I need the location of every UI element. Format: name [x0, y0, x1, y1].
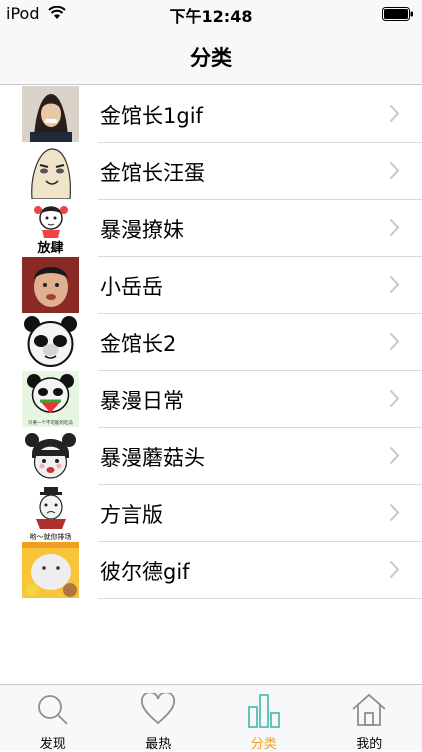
tab-bar: 发现 最热 分类 我的 — [0, 684, 422, 751]
nav-bar: 分类 — [0, 28, 422, 85]
tab-mine[interactable]: 我的 — [317, 685, 422, 751]
list-item[interactable]: 金馆长1gif — [0, 85, 422, 142]
category-label: 暴漫蘑菇头 — [100, 442, 205, 472]
category-thumbnail — [22, 257, 79, 313]
list-item[interactable]: 暴漫蘑菇头 — [0, 427, 422, 484]
category-thumbnail: 哟～就你排场 — [22, 485, 79, 541]
category-label: 彼尔德gif — [100, 556, 190, 586]
category-thumbnail: 放肆 — [22, 200, 79, 256]
list-item[interactable]: 放肆 暴漫撩妹 — [0, 199, 422, 256]
category-thumbnail — [22, 428, 79, 484]
status-time: 下午12:48 — [0, 3, 422, 27]
tab-label: 我的 — [317, 733, 422, 752]
category-thumbnail — [22, 86, 79, 142]
chevron-right-icon — [389, 161, 400, 180]
chevron-right-icon — [389, 104, 400, 123]
list-item[interactable]: 只要一个不可能的吃瓜 暴漫日常 — [0, 370, 422, 427]
chevron-right-icon — [389, 389, 400, 408]
tab-hot[interactable]: 最热 — [106, 685, 212, 751]
category-list: 金馆长1gif 金馆长汪蛋 — [0, 85, 422, 598]
home-icon — [351, 693, 387, 727]
list-item[interactable]: 小岳岳 — [0, 256, 422, 313]
chevron-right-icon — [389, 332, 400, 351]
bar-chart-icon — [247, 693, 281, 729]
category-label: 金馆长1gif — [100, 100, 203, 130]
chevron-right-icon — [389, 503, 400, 522]
page-title: 分类 — [0, 42, 422, 72]
tab-label: 分类 — [211, 733, 317, 752]
search-icon — [36, 693, 70, 727]
tab-label: 最热 — [106, 733, 212, 752]
thumbnail-caption: 放肆 — [36, 240, 63, 256]
chevron-right-icon — [389, 446, 400, 465]
thumbnail-caption: 只要一个不可能的吃瓜 — [28, 419, 73, 426]
category-thumbnail — [22, 542, 79, 598]
category-label: 小岳岳 — [100, 271, 163, 301]
category-label: 金馆长汪蛋 — [100, 157, 205, 187]
category-thumbnail — [22, 143, 79, 199]
category-label: 方言版 — [100, 499, 163, 529]
chevron-right-icon — [389, 218, 400, 237]
list-item[interactable]: 金馆长2 — [0, 313, 422, 370]
chevron-right-icon — [389, 275, 400, 294]
list-item[interactable]: 哟～就你排场 方言版 — [0, 484, 422, 541]
status-bar: iPod 下午12:48 — [0, 0, 422, 28]
list-item[interactable]: 金馆长汪蛋 — [0, 142, 422, 199]
tab-label: 发现 — [0, 733, 106, 752]
chevron-right-icon — [389, 560, 400, 579]
category-label: 金馆长2 — [100, 328, 176, 358]
category-thumbnail — [22, 314, 79, 370]
category-thumbnail: 只要一个不可能的吃瓜 — [22, 371, 79, 427]
category-label: 暴漫撩妹 — [100, 214, 184, 244]
tab-category[interactable]: 分类 — [211, 685, 317, 751]
thumbnail-caption: 哟～就你排场 — [30, 532, 72, 541]
category-label: 暴漫日常 — [100, 385, 184, 415]
battery-icon — [382, 7, 414, 21]
list-item[interactable]: 彼尔德gif — [0, 541, 422, 598]
tab-discover[interactable]: 发现 — [0, 685, 106, 751]
heart-icon — [140, 693, 176, 725]
